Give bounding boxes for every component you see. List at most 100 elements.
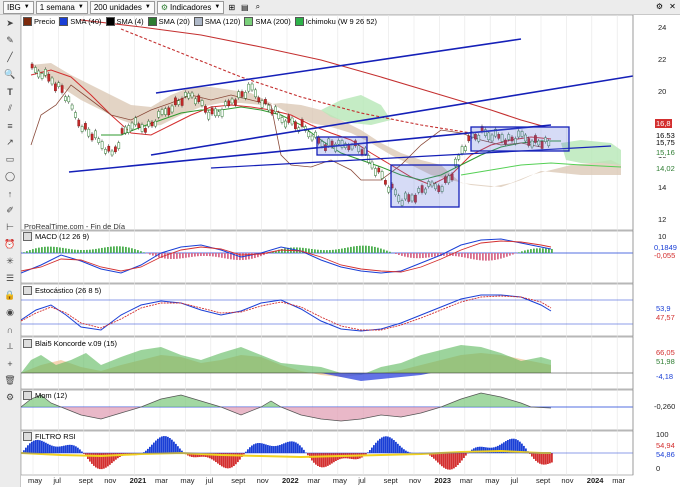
- macd-bar: [482, 253, 484, 261]
- indicators-button[interactable]: ⚙ Indicadores ▼: [156, 0, 225, 14]
- candle-body: [370, 161, 374, 169]
- rsi-bar: [259, 443, 261, 453]
- time-axis-label: nov: [256, 476, 269, 485]
- macd-bar: [473, 253, 475, 260]
- macd-bar: [512, 253, 514, 255]
- magnifier-icon[interactable]: 🔍: [3, 68, 17, 81]
- settings-icon[interactable]: ⚙: [654, 1, 665, 12]
- range-box-1: [316, 136, 368, 156]
- macd-bar: [131, 248, 133, 253]
- macd-bar: [62, 247, 64, 253]
- legend-item[interactable]: SMA (200): [244, 17, 291, 26]
- koncorde-axis-2: 51,98: [656, 357, 675, 366]
- stoch-panel-title[interactable]: Estocástico (26 8 5): [23, 286, 101, 295]
- rsi-panel-title[interactable]: FILTRO RSI: [23, 432, 76, 441]
- cross-icon[interactable]: +: [3, 357, 17, 370]
- candle-body: [287, 115, 291, 123]
- trash-icon[interactable]: 🗑: [3, 374, 17, 387]
- rsi-axis-v1: 54,94: [656, 441, 675, 450]
- candle-body: [290, 117, 294, 125]
- legend-item[interactable]: SMA (120): [193, 17, 240, 26]
- candle-body: [227, 100, 231, 107]
- macd-bar: [56, 247, 58, 253]
- alert-icon[interactable]: ⏰: [3, 238, 17, 251]
- rsi-bar: [177, 446, 179, 453]
- chart-type-icon[interactable]: ▤: [239, 2, 250, 13]
- rsi-bar: [549, 453, 551, 464]
- eye-icon[interactable]: ◉: [3, 306, 17, 319]
- macd-bar: [212, 253, 214, 257]
- macd-bar: [380, 248, 382, 253]
- macd-panel-title[interactable]: MACD (12 26 9): [23, 232, 89, 241]
- legend-item[interactable]: Ichimoku (W 9 26 52): [294, 17, 377, 26]
- rsi-bar: [315, 453, 317, 465]
- legend-item[interactable]: SMA (20): [147, 17, 190, 26]
- close-icon[interactable]: ✕: [667, 1, 678, 12]
- panel-toggle-icon[interactable]: [23, 432, 32, 441]
- ruler-icon[interactable]: ⟂: [3, 340, 17, 353]
- macd-bar: [407, 253, 409, 258]
- add-chart-icon[interactable]: ⊞: [226, 2, 237, 13]
- pencil-icon[interactable]: ✎: [3, 34, 17, 47]
- candle-body: [97, 138, 101, 143]
- symbol-selector[interactable]: IBG ▼: [3, 0, 34, 14]
- units-selector[interactable]: 200 unidades ▼: [89, 0, 155, 14]
- macd-bar: [389, 251, 391, 253]
- layers-icon[interactable]: ☰: [3, 272, 17, 285]
- legend-item[interactable]: SMA (4): [105, 17, 144, 26]
- cursor-icon[interactable]: ➤: [3, 17, 17, 30]
- candle-body: [90, 133, 94, 141]
- panel-toggle-icon[interactable]: [23, 391, 32, 400]
- koncorde-panel-title[interactable]: Blai5 Koncorde v.09 (15): [23, 339, 117, 348]
- channel-tool-icon[interactable]: ⫽: [3, 102, 17, 115]
- lock-icon[interactable]: 🔒: [3, 289, 17, 302]
- macd-bar: [386, 250, 388, 253]
- macd-bar: [344, 247, 346, 253]
- macd-bar: [401, 253, 403, 256]
- candle-body: [50, 77, 54, 85]
- arrow-tool-icon[interactable]: ↑: [3, 187, 17, 200]
- candle-body: [150, 121, 154, 127]
- time-axis-label: jul: [53, 476, 61, 485]
- rsi-bar: [393, 440, 395, 453]
- time-axis-label: sept: [383, 476, 398, 485]
- chart-area[interactable]: [21, 15, 680, 487]
- legend-item[interactable]: SMA (40): [59, 17, 102, 26]
- pattern-icon[interactable]: ✳: [3, 255, 17, 268]
- rsi-bar: [91, 453, 93, 464]
- macd-bar: [326, 250, 328, 253]
- ellipse-tool-icon[interactable]: ◯: [3, 170, 17, 183]
- text-tool-icon[interactable]: T: [3, 85, 17, 98]
- trend-tool-icon[interactable]: ↗: [3, 136, 17, 149]
- fibonacci-icon[interactable]: ≡: [3, 119, 17, 132]
- macd-bar: [416, 253, 418, 259]
- panel-toggle-icon[interactable]: [23, 286, 32, 295]
- period-selector[interactable]: 1 semana ▼: [35, 0, 88, 14]
- rsi-bar: [375, 442, 377, 453]
- panel-toggle-icon[interactable]: [23, 339, 32, 348]
- price-axis-label: 20: [658, 87, 667, 96]
- rectangle-tool-icon[interactable]: ▭: [3, 153, 17, 166]
- zoom-icon[interactable]: ⌕: [252, 2, 263, 13]
- rsi-bar: [171, 439, 173, 453]
- macd-bar: [383, 249, 385, 253]
- mom-axis-value: -0,260: [654, 402, 676, 411]
- mom-panel-title[interactable]: Mom (12): [23, 391, 67, 400]
- measure-icon[interactable]: ⊢: [3, 221, 17, 234]
- time-axis-label: jul: [358, 476, 366, 485]
- legend-item[interactable]: Precio: [23, 17, 55, 26]
- rsi-bar: [551, 453, 553, 463]
- rsi-bar: [271, 445, 273, 453]
- candle-body: [134, 117, 137, 126]
- macd-bar: [122, 246, 124, 253]
- panel-toggle-icon[interactable]: [23, 232, 32, 241]
- rsi-bar: [295, 442, 297, 453]
- magnet-icon[interactable]: ∩: [3, 323, 17, 336]
- macd-bar: [341, 248, 343, 253]
- candle-body: [204, 106, 207, 113]
- settings-icon[interactable]: ⚙: [3, 391, 17, 404]
- line-tool-icon[interactable]: ╱: [3, 51, 17, 64]
- brush-icon[interactable]: ✐: [3, 204, 17, 217]
- candle-body: [250, 83, 254, 91]
- chevron-down-icon: ▼: [144, 4, 151, 10]
